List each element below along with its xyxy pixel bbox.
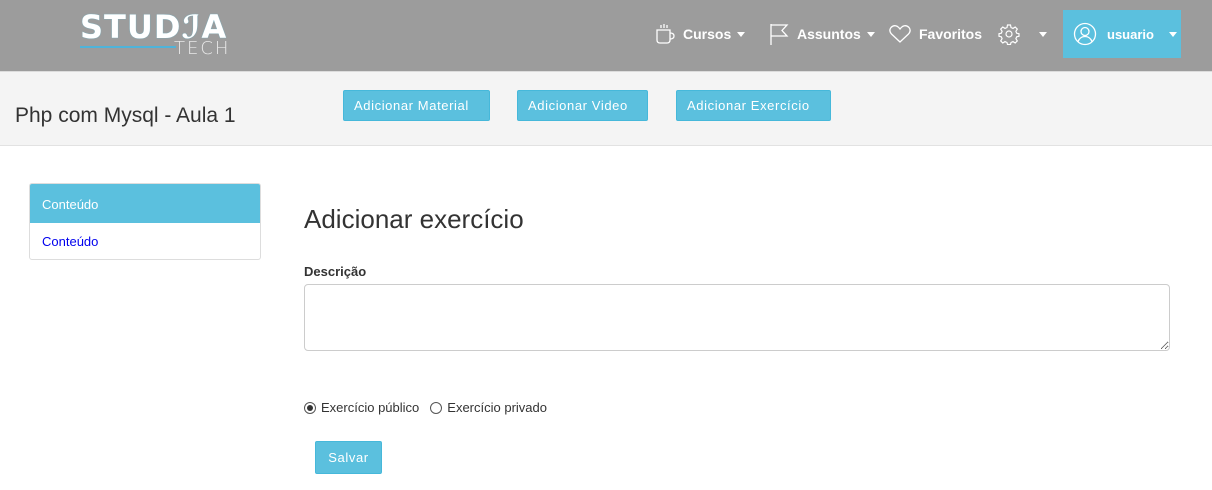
heart-icon <box>889 25 911 43</box>
chevron-down-icon <box>866 31 875 37</box>
sidebar-item-conteudo[interactable]: Conteúdo <box>30 223 260 249</box>
flag-icon <box>770 24 789 45</box>
nav-favoritos-link[interactable]: Favoritos <box>888 20 982 48</box>
description-label: Descrição <box>304 264 367 279</box>
nav-cursos-dropdown[interactable]: Cursos <box>654 20 746 48</box>
nav-cursos-label: Cursos <box>683 26 732 42</box>
nav-assuntos-dropdown[interactable]: Assuntos <box>768 20 875 48</box>
user-circle-icon <box>1073 22 1097 46</box>
coffee-cup-icon <box>656 24 675 44</box>
content-sidebar: Conteúdo Conteúdo <box>29 183 261 260</box>
description-textarea[interactable] <box>304 284 1170 351</box>
nav-favoritos-label: Favoritos <box>919 26 983 42</box>
add-video-button[interactable]: Adicionar Video <box>517 90 648 121</box>
nav-settings-dropdown[interactable] <box>998 20 1047 48</box>
add-material-button[interactable]: Adicionar Material <box>343 90 490 121</box>
sidebar-heading: Conteúdo <box>30 184 260 223</box>
chevron-down-icon <box>1039 31 1047 37</box>
save-button[interactable]: Salvar <box>315 441 382 474</box>
studia-tech-logo[interactable]: STUDℐA TECH <box>80 8 240 64</box>
user-menu-button[interactable]: usuario <box>1063 10 1181 58</box>
form-title: Adicionar exercício <box>304 204 524 234</box>
logo-subtitle: TECH <box>174 38 231 59</box>
public-radio[interactable] <box>304 401 316 414</box>
user-name-label: usuario <box>1107 26 1154 42</box>
course-title: Php com Mysql - Aula 1 <box>15 104 236 127</box>
private-radio-label[interactable]: Exercício privado <box>447 400 547 415</box>
private-radio[interactable] <box>430 401 443 414</box>
nav-assuntos-label: Assuntos <box>797 26 861 42</box>
chevron-down-icon <box>1168 31 1177 37</box>
top-navbar: STUDℐA TECH Cursos Assuntos Favoritos us… <box>0 0 1212 71</box>
chevron-down-icon <box>737 31 746 37</box>
public-radio-label[interactable]: Exercício público <box>321 400 419 415</box>
gear-icon <box>998 24 1020 45</box>
visibility-radio-group: Exercício público Exercício privado <box>304 400 558 415</box>
logo-underline <box>80 46 176 48</box>
add-exercise-button[interactable]: Adicionar Exercício <box>676 90 831 121</box>
course-header: Php com Mysql - Aula 1 Adicionar Materia… <box>0 71 1212 146</box>
